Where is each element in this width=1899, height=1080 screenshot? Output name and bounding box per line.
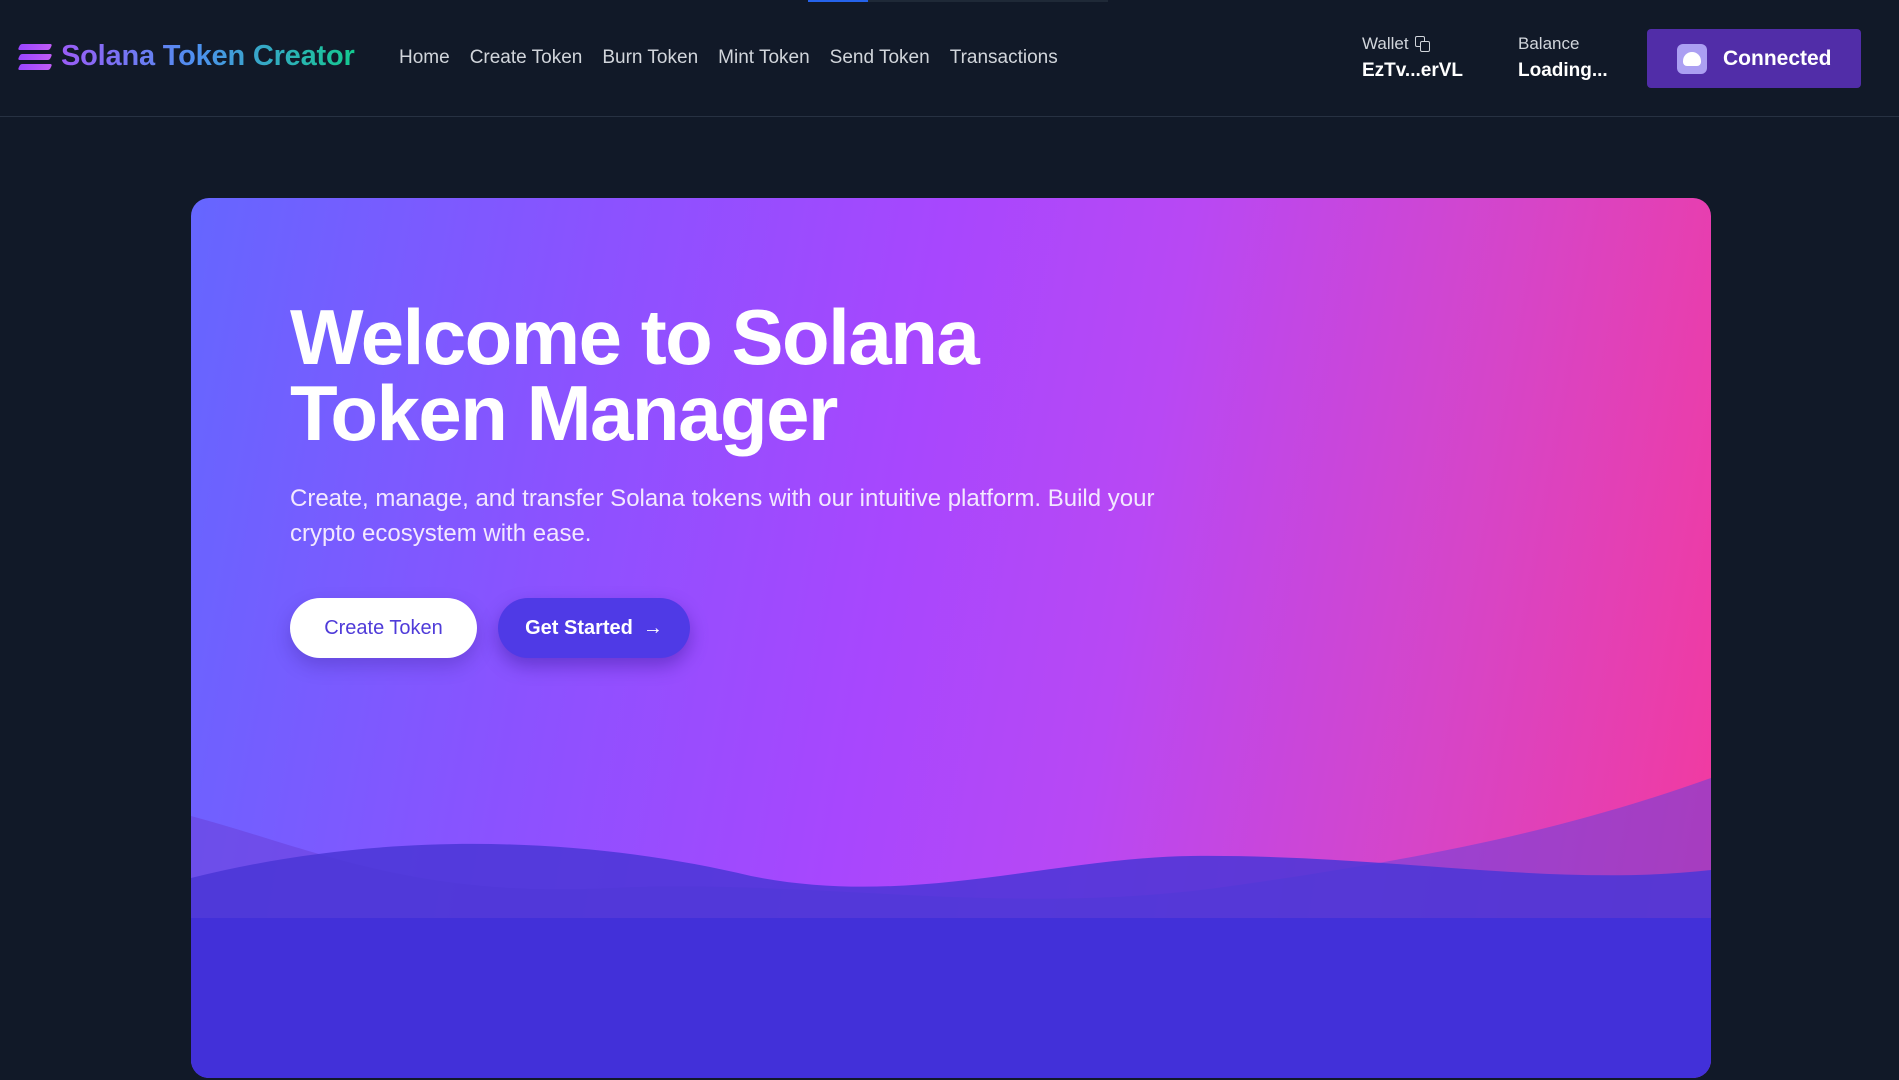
- hero-banner: Welcome to Solana Token Manager Create, …: [191, 198, 1711, 1078]
- nav-create-token[interactable]: Create Token: [470, 47, 583, 69]
- hero-title: Welcome to Solana Token Manager: [290, 293, 980, 457]
- copy-icon[interactable]: [1414, 36, 1431, 52]
- hero-subtitle: Create, manage, and transfer Solana toke…: [290, 485, 1155, 547]
- solana-logo-icon: [17, 41, 53, 73]
- nav-send-token[interactable]: Send Token: [830, 47, 930, 69]
- arrow-right-icon: →: [642, 617, 663, 639]
- brand-name: Solana Token Creator: [61, 40, 355, 72]
- nav-transactions[interactable]: Transactions: [950, 47, 1058, 69]
- top-navbar: Solana Token Creator Home Create Token B…: [0, 0, 1899, 117]
- nav-burn-token[interactable]: Burn Token: [602, 47, 698, 69]
- connect-button-label: Connected: [1723, 46, 1832, 70]
- get-started-label: Get Started: [525, 616, 633, 639]
- nav-home[interactable]: Home: [399, 47, 450, 69]
- wallet-connect-button[interactable]: Connected: [1647, 29, 1861, 88]
- get-started-button[interactable]: Get Started →: [498, 598, 690, 658]
- wallet-label: Wallet: [1362, 34, 1409, 53]
- wallet-address: EzTv...erVL: [1362, 60, 1464, 81]
- balance-info: Balance Loading...: [1518, 34, 1608, 82]
- wallet-info: Wallet EzTv...erVL: [1362, 34, 1463, 82]
- nav-mint-token[interactable]: Mint Token: [718, 47, 810, 69]
- phantom-wallet-icon: [1677, 43, 1707, 74]
- balance-value: Loading...: [1518, 60, 1608, 81]
- hero-bottom-panel: [191, 918, 1711, 1078]
- create-token-button[interactable]: Create Token: [290, 598, 477, 658]
- brand-logo[interactable]: Solana Token Creator: [17, 40, 355, 73]
- balance-label: Balance: [1518, 34, 1580, 53]
- main-nav: Home Create Token Burn Token Mint Token …: [399, 47, 1078, 69]
